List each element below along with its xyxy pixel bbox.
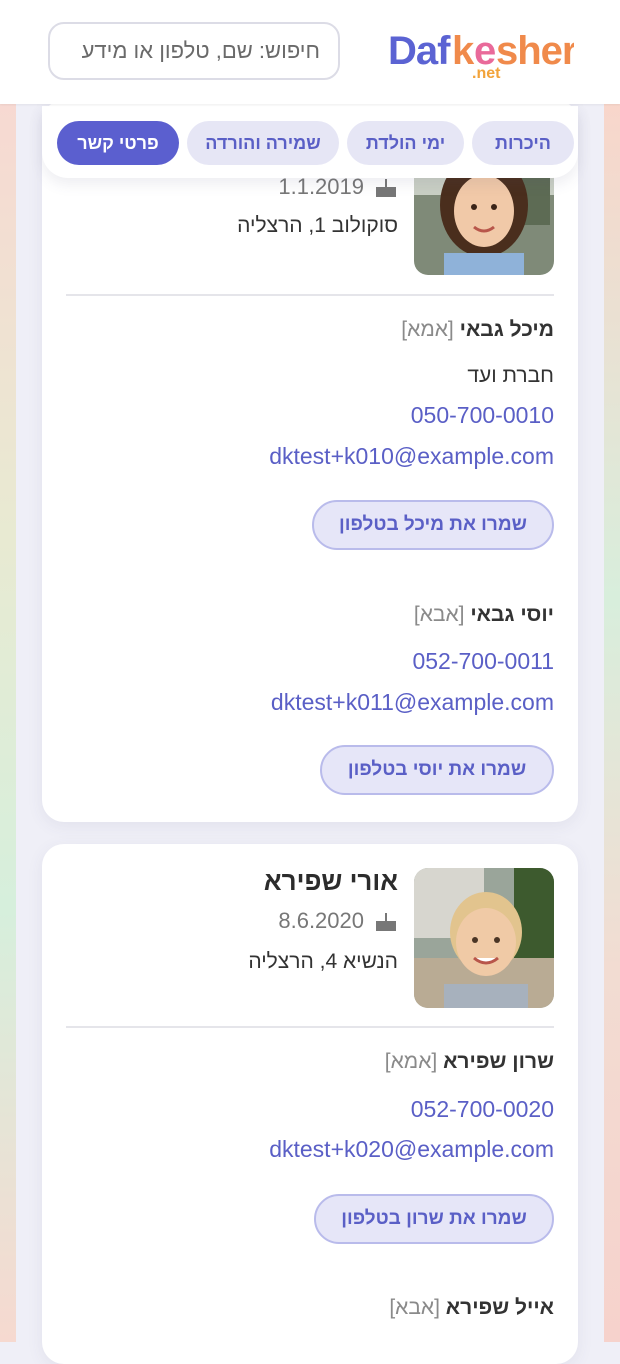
save-contact-button[interactable]: שמרו את יוסי בטלפון — [320, 745, 554, 795]
child-name: אורי שפירא — [263, 866, 398, 896]
parent-name: יוסי גבאי [אבא] — [414, 603, 554, 627]
search-input[interactable] — [50, 38, 338, 64]
parent-role: [אבא] — [389, 1296, 440, 1319]
tab-save-download[interactable]: שמירה והורדה — [187, 121, 339, 165]
parent-name: אייל שפירא [אבא] — [389, 1296, 554, 1320]
parent-name-text: אייל שפירא — [445, 1296, 554, 1319]
parent-name-text: שרון שפירא — [443, 1050, 554, 1073]
child-address: סוקולוב 1, הרצליה — [237, 214, 398, 237]
tab-birthdays[interactable]: ימי הולדת — [347, 121, 464, 165]
parent-phone-link[interactable]: 050-700-0010 — [411, 402, 554, 429]
svg-text:Daf: Daf — [388, 29, 451, 73]
decorative-stripe-right — [604, 104, 620, 1342]
app-header: Daf k e sher .net — [0, 0, 620, 104]
tab-bar: היכרות ימי הולדת שמירה והורדה פרטי קשר — [42, 106, 578, 178]
search-box[interactable] — [48, 22, 340, 80]
parent-email-link[interactable]: dktest+k020@example.com — [269, 1136, 554, 1163]
parent-workplace: חברת ועד — [467, 364, 554, 387]
save-contact-button[interactable]: שמרו את מיכל בטלפון — [312, 500, 554, 550]
parent-name: שרון שפירא [אמא] — [385, 1050, 554, 1074]
child-birthdate: 8.6.2020 — [278, 908, 398, 934]
parent-role: [אמא] — [384, 1050, 438, 1073]
tab-intro[interactable]: היכרות — [472, 121, 574, 165]
parent-email-link[interactable]: dktest+k010@example.com — [269, 443, 554, 470]
save-contact-button[interactable]: שמרו את שרון בטלפון — [314, 1194, 554, 1244]
parent-phone-link[interactable]: 052-700-0020 — [411, 1096, 554, 1123]
parent-role: [אבא] — [413, 603, 465, 626]
parent-phone-link[interactable]: 052-700-0011 — [412, 648, 554, 675]
divider — [66, 294, 554, 296]
birthdate-text: 8.6.2020 — [278, 908, 364, 933]
divider — [66, 1026, 554, 1028]
svg-text:sher: sher — [496, 29, 574, 73]
tab-contact-details[interactable]: פרטי קשר — [57, 121, 179, 165]
child-address: הנשיא 4, הרצליה — [248, 950, 398, 973]
parent-email-link[interactable]: dktest+k011@example.com — [271, 689, 554, 716]
dafkesher-logo[interactable]: Daf k e sher .net — [388, 26, 574, 82]
parent-role: [אמא] — [401, 318, 454, 341]
svg-text:.net: .net — [472, 65, 501, 82]
child-card: אורי שפירא 8.6.2020 הנשיא 4, הרצליה שרון… — [42, 844, 578, 1364]
child-photo — [414, 868, 554, 1008]
birthday-cake-icon — [376, 913, 396, 931]
parent-name-text: מיכל גבאי — [459, 318, 554, 341]
child-card: 1.1.2019 סוקולוב 1, הרצליה מיכל גבאי [אמ… — [42, 100, 578, 822]
birthday-cake-icon — [376, 179, 396, 197]
parent-name-text: יוסי גבאי — [470, 603, 554, 626]
parent-name: מיכל גבאי [אמא] — [401, 318, 554, 342]
decorative-stripe-left — [0, 104, 16, 1342]
